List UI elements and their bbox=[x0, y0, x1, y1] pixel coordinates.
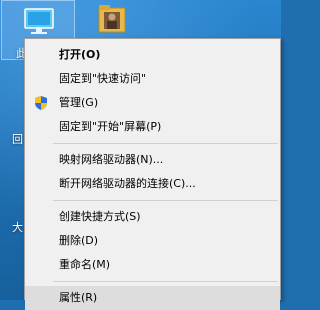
shield-icon bbox=[35, 96, 47, 110]
menu-item-delete[interactable]: 删除(D) bbox=[25, 229, 280, 253]
menu-item-label: 创建快捷方式(S) bbox=[59, 210, 141, 223]
desktop-background: 此 回 大 打开(O) 固定到"快速访问" 管理(G) 固定到"开始"屏幕(P)… bbox=[0, 0, 281, 310]
menu-item-pin-start[interactable]: 固定到"开始"屏幕(P) bbox=[25, 115, 280, 139]
menu-separator bbox=[53, 143, 278, 144]
menu-item-map-network-drive[interactable]: 映射网络驱动器(N)... bbox=[25, 148, 280, 172]
menu-item-label: 删除(D) bbox=[59, 234, 99, 247]
menu-item-label: 打开(O) bbox=[59, 48, 101, 61]
folder-icon[interactable] bbox=[97, 2, 127, 36]
context-menu: 打开(O) 固定到"快速访问" 管理(G) 固定到"开始"屏幕(P) 映射网络驱… bbox=[24, 38, 281, 310]
menu-item-label: 管理(G) bbox=[59, 96, 99, 109]
menu-item-label: 固定到"快速访问" bbox=[59, 72, 147, 85]
menu-separator bbox=[53, 200, 278, 201]
menu-item-open[interactable]: 打开(O) bbox=[25, 43, 280, 67]
desktop-icon-label-partial: 大 bbox=[12, 221, 23, 234]
menu-item-manage[interactable]: 管理(G) bbox=[25, 91, 280, 115]
computer-icon bbox=[24, 8, 54, 34]
menu-item-properties[interactable]: 属性(R) bbox=[25, 286, 280, 310]
menu-item-label: 属性(R) bbox=[59, 291, 98, 304]
menu-item-rename[interactable]: 重命名(M) bbox=[25, 253, 280, 277]
menu-item-create-shortcut[interactable]: 创建快捷方式(S) bbox=[25, 205, 280, 229]
menu-item-pin-quick-access[interactable]: 固定到"快速访问" bbox=[25, 67, 280, 91]
menu-separator bbox=[53, 281, 278, 282]
menu-item-disconnect-network-drive[interactable]: 断开网络驱动器的连接(C)... bbox=[25, 172, 280, 196]
menu-item-label: 断开网络驱动器的连接(C)... bbox=[59, 177, 196, 190]
menu-item-label: 重命名(M) bbox=[59, 258, 111, 271]
menu-item-label: 固定到"开始"屏幕(P) bbox=[59, 120, 162, 133]
desktop-icon-label-partial: 回 bbox=[12, 133, 23, 146]
menu-item-label: 映射网络驱动器(N)... bbox=[59, 153, 164, 166]
